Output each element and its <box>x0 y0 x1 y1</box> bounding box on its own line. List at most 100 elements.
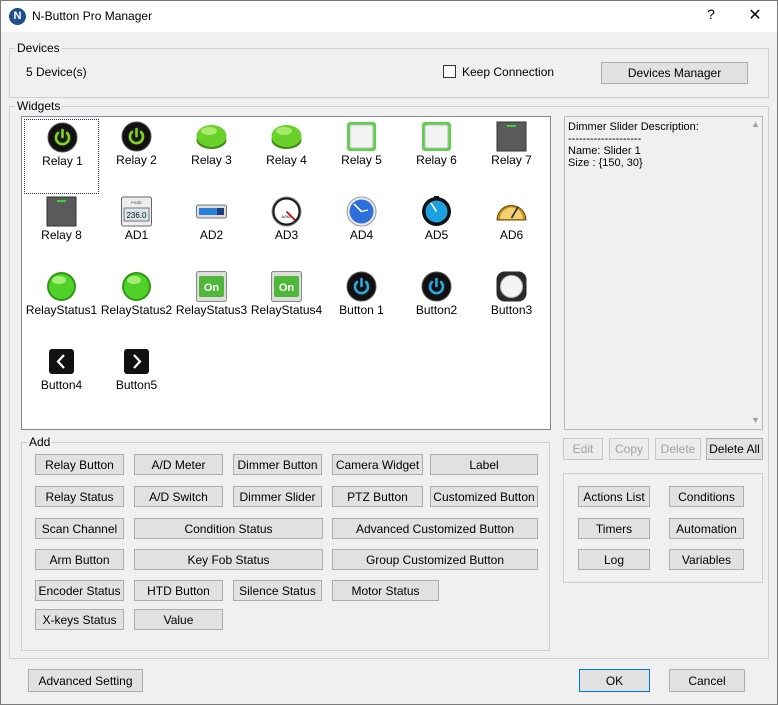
actions-list-button[interactable]: Actions List <box>578 486 650 507</box>
timers-button[interactable]: Timers <box>578 518 650 539</box>
description-text: Dimmer Slider Description: -------------… <box>568 121 699 169</box>
widget-label: AD6 <box>499 228 524 242</box>
ad-switch-add[interactable]: A/D Switch <box>134 486 223 507</box>
green-led-icon <box>46 271 77 302</box>
widget-label: Relay 2 <box>116 153 157 167</box>
widget-item[interactable]: Button 1 <box>324 269 399 344</box>
gauge-blue-icon <box>346 196 377 227</box>
widget-item[interactable]: AD6 <box>474 194 549 269</box>
widget-item[interactable]: Button4 <box>24 344 99 419</box>
widget-label: Relay 8 <box>41 228 82 242</box>
widget-label: Relay 5 <box>341 153 382 167</box>
group-customized-button-add[interactable]: Group Customized Button <box>332 549 538 570</box>
widget-item[interactable]: RelayStatus1 <box>24 269 99 344</box>
power-green-icon <box>121 121 152 152</box>
help-button[interactable]: ? <box>701 6 721 26</box>
widget-item[interactable]: Relay 2 <box>99 119 174 194</box>
widget-item[interactable]: Relay 8 <box>24 194 99 269</box>
variables-button[interactable]: Variables <box>669 549 744 570</box>
close-button[interactable]: ✕ <box>743 5 767 27</box>
copy-button[interactable]: Copy <box>609 438 649 460</box>
widget-item[interactable]: AD5 <box>399 194 474 269</box>
widget-item[interactable]: 236.0 PSSE AD1 <box>99 194 174 269</box>
widget-label: RelayStatus2 <box>100 303 173 317</box>
dimmer-button-add[interactable]: Dimmer Button <box>233 454 322 475</box>
conditions-button[interactable]: Conditions <box>669 486 744 507</box>
widget-item[interactable]: AD4 <box>324 194 399 269</box>
advanced-customized-button-add[interactable]: Advanced Customized Button <box>332 518 538 539</box>
widget-item[interactable]: On RelayStatus3 <box>174 269 249 344</box>
widget-item[interactable]: Relay 1 <box>24 119 99 194</box>
chevron-right-icon <box>121 346 152 377</box>
log-button[interactable]: Log <box>578 549 650 570</box>
widget-label: Relay 1 <box>42 154 83 168</box>
arm-button-add[interactable]: Arm Button <box>35 549 124 570</box>
widget-item[interactable]: AD2 <box>174 194 249 269</box>
svg-text:PSSE: PSSE <box>131 200 142 205</box>
bar-meter-icon <box>196 196 227 227</box>
label-add[interactable]: Label <box>430 454 538 475</box>
edit-button[interactable]: Edit <box>563 438 603 460</box>
widget-label: AD2 <box>199 228 224 242</box>
devices-manager-button[interactable]: Devices Manager <box>601 62 748 84</box>
cancel-button[interactable]: Cancel <box>669 669 745 692</box>
encoder-status-add[interactable]: Encoder Status <box>35 580 124 601</box>
widget-item[interactable]: RelayStatus2 <box>99 269 174 344</box>
green-square-icon <box>346 121 377 152</box>
widgets-list[interactable]: Relay 1 Relay 2 Relay 3 Relay 4 Relay 5 Relay… <box>21 116 551 430</box>
relay-button-add[interactable]: Relay Button <box>35 454 124 475</box>
motor-status-add[interactable]: Motor Status <box>332 580 439 601</box>
condition-status-add[interactable]: Condition Status <box>134 518 323 539</box>
widget-item[interactable]: Button5 <box>99 344 174 419</box>
widget-item[interactable]: Relay 4 <box>249 119 324 194</box>
scan-channel-add[interactable]: Scan Channel <box>35 518 124 539</box>
svg-text:On: On <box>279 282 295 294</box>
delete-button[interactable]: Delete <box>655 438 701 460</box>
widget-item[interactable]: ASKL AD3 <box>249 194 324 269</box>
widgets-group-label: Widgets <box>15 99 63 113</box>
widget-item[interactable]: Relay 6 <box>399 119 474 194</box>
delete-all-button[interactable]: Delete All <box>706 438 763 460</box>
widget-item[interactable]: On RelayStatus4 <box>249 269 324 344</box>
chevron-left-icon <box>46 346 77 377</box>
widget-label: Button2 <box>415 303 458 317</box>
gray-square-icon <box>46 196 77 227</box>
silence-status-add[interactable]: Silence Status <box>233 580 322 601</box>
htd-button-add[interactable]: HTD Button <box>134 580 223 601</box>
widget-label: Relay 7 <box>491 153 532 167</box>
widget-item[interactable]: Relay 7 <box>474 119 549 194</box>
on-switch-icon: On <box>196 271 227 302</box>
widget-item[interactable]: Button2 <box>399 269 474 344</box>
camera-widget-add[interactable]: Camera Widget <box>332 454 423 475</box>
xkeys-status-add[interactable]: X-keys Status <box>35 609 124 630</box>
widget-label: Button3 <box>490 303 533 317</box>
customized-button-add[interactable]: Customized Button <box>430 486 538 507</box>
value-add[interactable]: Value <box>134 609 223 630</box>
advanced-setting-button[interactable]: Advanced Setting <box>28 669 143 692</box>
gauge-blue-dark-icon <box>421 196 452 227</box>
gauge-gold-icon <box>496 196 527 227</box>
relay-status-add[interactable]: Relay Status <box>35 486 124 507</box>
widget-item[interactable]: Relay 3 <box>174 119 249 194</box>
ok-button[interactable]: OK <box>579 669 650 692</box>
key-fob-status-add[interactable]: Key Fob Status <box>134 549 323 570</box>
power-green-icon <box>47 122 78 153</box>
ad-meter-add[interactable]: A/D Meter <box>134 454 223 475</box>
power-blue-icon <box>346 271 377 302</box>
scroll-up-icon[interactable]: ▲ <box>749 119 762 132</box>
keep-connection-checkbox[interactable] <box>443 65 456 78</box>
app-logo-icon: N <box>9 8 26 25</box>
description-box[interactable]: Dimmer Slider Description: -------------… <box>564 116 763 430</box>
ptz-button-add[interactable]: PTZ Button <box>332 486 423 507</box>
scroll-down-icon[interactable]: ▼ <box>749 415 762 428</box>
widget-item[interactable]: Relay 5 <box>324 119 399 194</box>
svg-text:236.0: 236.0 <box>126 211 147 220</box>
dimmer-slider-add[interactable]: Dimmer Slider <box>233 486 322 507</box>
widget-item[interactable]: Button3 <box>474 269 549 344</box>
green-button-icon <box>196 121 227 152</box>
automation-button[interactable]: Automation <box>669 518 744 539</box>
gray-square-icon <box>496 121 527 152</box>
widget-label: Relay 6 <box>416 153 457 167</box>
widget-label: Button 1 <box>339 303 384 317</box>
on-switch-icon: On <box>271 271 302 302</box>
